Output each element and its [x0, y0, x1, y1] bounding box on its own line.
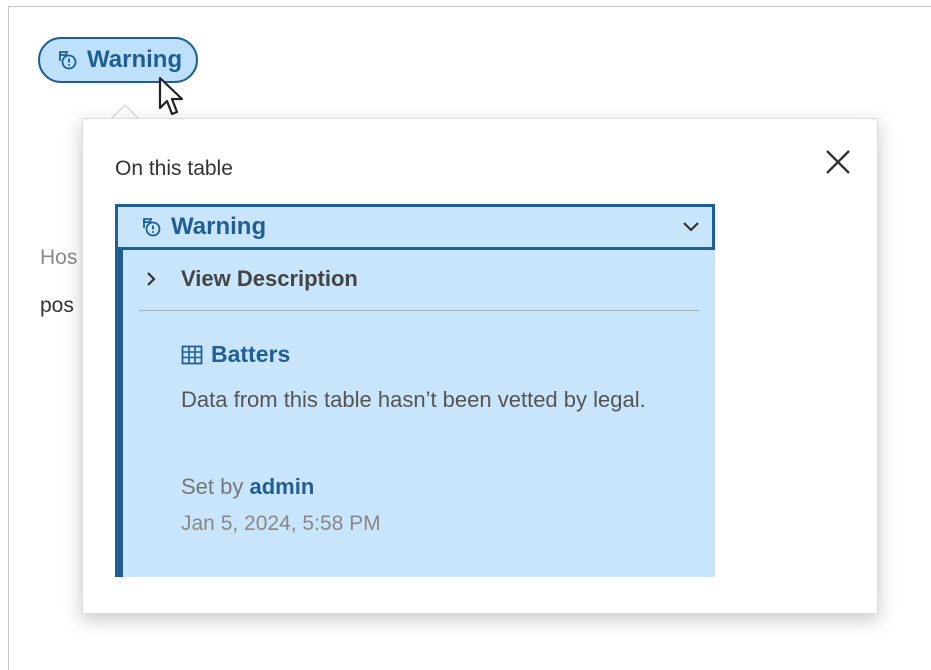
warning-certification-icon	[143, 218, 161, 237]
warning-description: Data from this table hasn’t been vetted …	[181, 387, 646, 412]
warning-certification-icon	[59, 51, 77, 70]
set-by-prefix: Set by	[181, 474, 244, 499]
warning-accordion-header[interactable]: Warning	[115, 204, 715, 250]
warning-popover: On this table Warning View Description B…	[82, 118, 878, 614]
background-label-partial: Hos	[40, 246, 78, 269]
table-grid-icon	[181, 345, 203, 364]
frame-border-top	[8, 6, 931, 7]
background-value-partial: pos	[40, 294, 74, 317]
warning-card: Warning View Description Batters Data fr…	[115, 204, 715, 577]
set-by-user-link[interactable]: admin	[250, 474, 315, 499]
view-description-toggle[interactable]: View Description	[145, 266, 358, 292]
mouse-cursor-icon	[158, 76, 184, 116]
timestamp: Jan 5, 2024, 5:58 PM	[181, 512, 381, 535]
chevron-right-icon	[147, 272, 156, 286]
close-icon[interactable]	[823, 147, 853, 177]
chevron-down-icon	[683, 222, 699, 232]
table-link-batters[interactable]: Batters	[181, 341, 290, 368]
frame-border-left	[8, 6, 9, 670]
warning-chip-label: Warning	[87, 46, 183, 73]
table-name: Batters	[211, 341, 291, 367]
view-description-label: View Description	[181, 266, 358, 291]
set-by: Set by admin	[181, 474, 314, 500]
warning-header-label: Warning	[171, 213, 267, 240]
divider	[139, 310, 699, 311]
popover-title: On this table	[115, 157, 233, 180]
